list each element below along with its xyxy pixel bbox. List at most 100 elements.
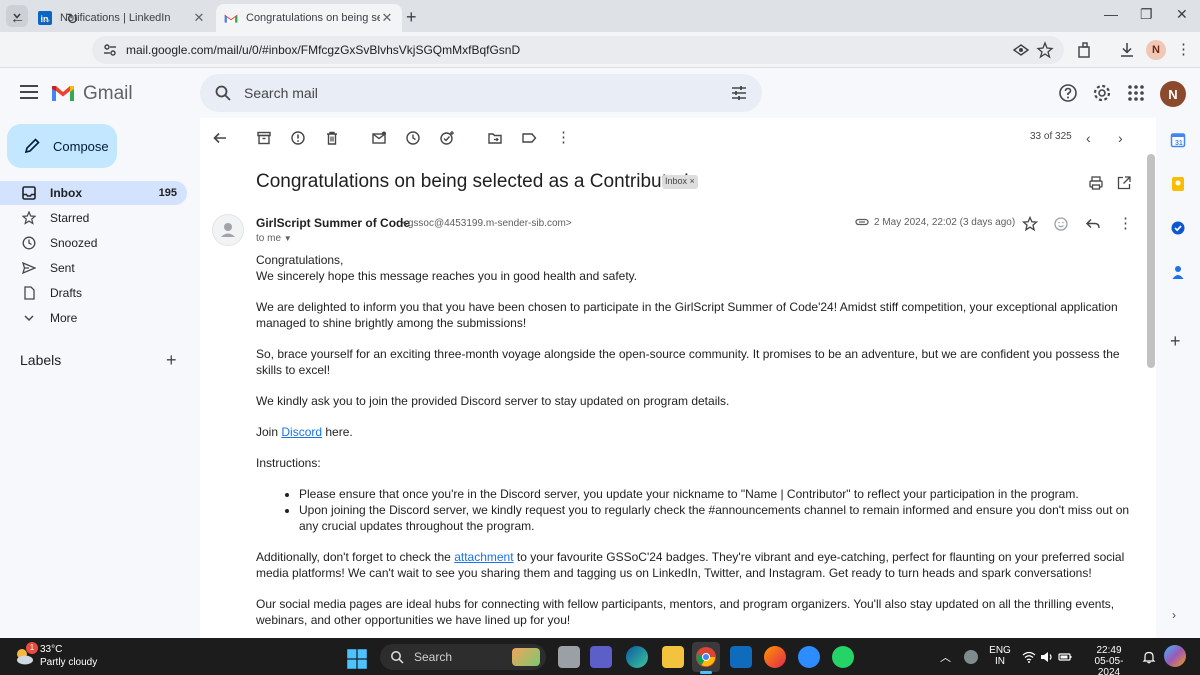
account-avatar[interactable]: N <box>1160 81 1186 107</box>
close-window-icon[interactable]: ✕ <box>1176 6 1188 23</box>
site-info-icon[interactable] <box>102 42 118 58</box>
add-label-icon[interactable]: + <box>166 350 177 371</box>
forward-icon[interactable]: → <box>38 10 53 27</box>
add-task-icon[interactable] <box>439 130 455 146</box>
back-to-inbox-icon[interactable] <box>212 130 228 146</box>
close-tab-icon[interactable]: ✕ <box>380 10 394 26</box>
onedrive-icon[interactable] <box>964 650 978 664</box>
archive-icon[interactable] <box>256 130 272 146</box>
keep-icon[interactable] <box>1170 176 1186 192</box>
firefox-icon[interactable] <box>764 646 786 668</box>
more-options-icon[interactable]: ⋮ <box>556 128 571 146</box>
body-line: We sincerely hope this message reaches y… <box>256 269 638 283</box>
move-to-folder-icon[interactable] <box>487 130 503 146</box>
unread-count: 195 <box>158 187 177 199</box>
reply-icon[interactable] <box>1085 216 1101 232</box>
wifi-icon[interactable] <box>1022 650 1036 664</box>
snooze-clock-icon[interactable] <box>405 130 421 146</box>
windows-start-icon[interactable] <box>346 648 368 670</box>
chrome-icon[interactable] <box>695 646 717 668</box>
browser-profile-avatar[interactable]: N <box>1146 40 1166 60</box>
calendar-icon[interactable]: 31 <box>1170 132 1186 148</box>
add-addon-icon[interactable]: + <box>1170 331 1181 352</box>
help-icon[interactable] <box>1058 83 1078 103</box>
task-view-icon[interactable] <box>558 646 580 668</box>
mail-icon[interactable] <box>730 646 752 668</box>
delete-icon[interactable] <box>324 130 340 146</box>
attachment-link[interactable]: attachment <box>454 550 513 564</box>
tasks-icon[interactable] <box>1170 220 1186 236</box>
new-tab-icon[interactable]: + <box>406 7 417 28</box>
browser-menu-icon[interactable]: ⋮ <box>1176 40 1191 58</box>
sidebar-item-starred[interactable]: Starred <box>0 206 187 230</box>
address-bar[interactable]: mail.google.com/mail/u/0/#inbox/FMfcgzGx… <box>92 36 1064 64</box>
restore-icon[interactable]: ❐ <box>1140 6 1153 23</box>
edge-icon[interactable] <box>626 646 648 668</box>
recipient-details[interactable]: to me ▼ <box>256 233 292 244</box>
chevron-down-icon <box>24 315 34 322</box>
tab-gmail[interactable]: Congratulations on being selected as a C… <box>216 4 402 32</box>
newer-message-icon[interactable]: ‹ <box>1086 130 1091 146</box>
report-spam-icon[interactable] <box>290 130 306 146</box>
file-explorer-icon[interactable] <box>662 646 684 668</box>
search-highlight-icon <box>512 648 540 666</box>
apps-grid-icon[interactable] <box>1126 83 1146 103</box>
sidebar-item-sent[interactable]: Sent <box>0 256 187 280</box>
search-input[interactable] <box>244 85 730 101</box>
gmail-logo-text: Gmail <box>83 83 133 104</box>
notifications-bell-icon[interactable] <box>1142 650 1156 664</box>
minimize-icon[interactable]: — <box>1104 6 1118 22</box>
zoom-icon[interactable] <box>798 646 820 668</box>
clock-date: 05-05-2024 <box>1094 656 1124 675</box>
compose-button[interactable]: Compose <box>7 124 117 168</box>
reload-icon[interactable]: ↻ <box>66 10 79 28</box>
older-message-icon[interactable]: › <box>1118 130 1123 146</box>
show-hidden-icons[interactable]: ︿ <box>940 649 951 665</box>
search-options-icon[interactable] <box>730 84 748 102</box>
star-icon[interactable] <box>1022 216 1038 232</box>
inbox-label-chip[interactable]: Inbox × <box>662 175 698 189</box>
settings-gear-icon[interactable] <box>1092 83 1112 103</box>
instructions-heading: Instructions: <box>256 456 321 470</box>
remove-label-icon[interactable]: × <box>690 176 695 186</box>
open-in-new-window-icon[interactable] <box>1116 175 1132 191</box>
gmail-logo-icon[interactable] <box>51 84 75 102</box>
eye-icon[interactable] <box>1012 41 1030 59</box>
search-bar[interactable] <box>200 74 762 112</box>
bookmark-star-icon[interactable] <box>1036 41 1054 59</box>
back-icon[interactable]: ← <box>10 10 25 27</box>
mark-unread-icon[interactable] <box>371 130 387 146</box>
close-tab-icon[interactable]: ✕ <box>192 10 206 26</box>
whatsapp-icon[interactable] <box>832 646 854 668</box>
battery-icon[interactable] <box>1058 650 1072 664</box>
volume-icon[interactable] <box>1040 650 1054 664</box>
language-indicator[interactable]: ENG IN <box>988 645 1012 667</box>
clock[interactable]: 22:49 05-05-2024 <box>1084 645 1134 675</box>
message-pager: 33 of 325 <box>1030 131 1072 142</box>
join-suffix: here. <box>322 425 353 439</box>
person-icon <box>221 223 235 237</box>
download-icon[interactable] <box>1118 41 1136 59</box>
scrollbar-thumb[interactable] <box>1147 154 1155 368</box>
contacts-icon[interactable] <box>1170 264 1186 280</box>
url-text: mail.google.com/mail/u/0/#inbox/FMfcgzGx… <box>126 43 521 57</box>
taskbar-search[interactable]: Search <box>380 644 546 670</box>
sidebar-item-more[interactable]: More <box>0 306 187 330</box>
sidebar-item-inbox[interactable]: Inbox 195 <box>0 181 187 205</box>
tab-linkedin[interactable]: in Notifications | LinkedIn ✕ <box>30 4 214 32</box>
message-more-icon[interactable]: ⋮ <box>1118 214 1133 232</box>
sidebar-item-drafts[interactable]: Drafts <box>0 281 187 305</box>
expand-panel-icon[interactable]: › <box>1172 608 1176 622</box>
print-icon[interactable] <box>1088 175 1104 191</box>
copilot-icon[interactable] <box>1164 645 1186 667</box>
label-icon[interactable] <box>521 130 537 146</box>
sidebar-item-label: Sent <box>50 261 75 275</box>
clock-icon <box>22 236 36 250</box>
main-menu-icon[interactable] <box>20 85 38 103</box>
search-icon[interactable] <box>214 84 232 102</box>
sidebar-item-snoozed[interactable]: Snoozed <box>0 231 187 255</box>
discord-link[interactable]: Discord <box>281 425 322 439</box>
extensions-icon[interactable] <box>1076 41 1094 59</box>
emoji-reaction-icon[interactable] <box>1053 216 1069 232</box>
teams-icon[interactable] <box>590 646 612 668</box>
